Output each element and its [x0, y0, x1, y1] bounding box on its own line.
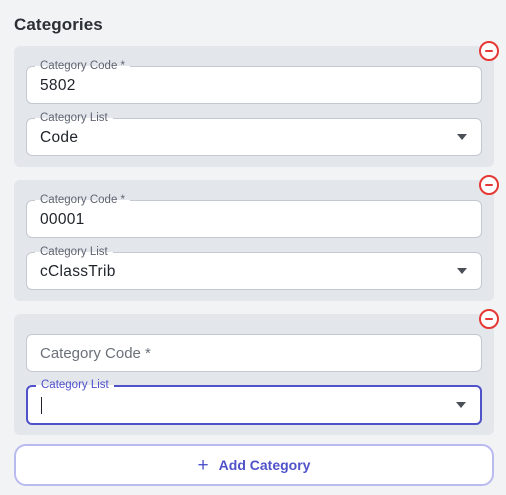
remove-category-1-button[interactable] [479, 41, 499, 61]
category-list-select[interactable]: Category List [26, 378, 482, 425]
chevron-down-icon[interactable] [457, 134, 467, 140]
plus-icon: + [197, 454, 209, 476]
category-code-value: 00001 [40, 211, 85, 228]
category-code-field[interactable]: Category Code * 5802 [26, 59, 482, 104]
category-code-label: Category Code * [35, 59, 131, 73]
remove-circle-icon [485, 184, 493, 186]
chevron-down-icon[interactable] [456, 402, 466, 408]
chevron-down-icon[interactable] [457, 268, 467, 274]
category-list-value: cClassTrib [40, 263, 116, 280]
category-code-field[interactable]: Category Code * 00001 [26, 193, 482, 238]
text-cursor [41, 397, 42, 414]
category-card-2: Category Code * 00001 Category List cCla… [14, 180, 494, 301]
section-title: Categories [14, 15, 103, 34]
category-card-3: Category Code * Category List [14, 314, 494, 435]
remove-category-2-button[interactable] [479, 175, 499, 195]
category-list-label: Category List [35, 111, 113, 125]
category-card-1: Category Code * 5802 Category List Code [14, 46, 494, 167]
categories-panel: Categories Category Code * 5802 Category… [0, 0, 506, 495]
remove-circle-icon [485, 50, 493, 52]
category-list-value: Code [40, 129, 79, 146]
add-category-label: Add Category [218, 457, 311, 473]
category-list-select[interactable]: Category List cClassTrib [26, 245, 482, 290]
remove-circle-icon [485, 318, 493, 320]
category-list-label: Category List [36, 378, 114, 392]
category-code-label: Category Code * [35, 193, 131, 207]
add-category-button[interactable]: + Add Category [14, 444, 494, 486]
category-code-placeholder: Category Code * [40, 345, 151, 362]
category-list-label: Category List [35, 245, 113, 259]
remove-category-3-button[interactable] [479, 309, 499, 329]
category-code-field[interactable]: Category Code * [26, 334, 482, 372]
category-code-value: 5802 [40, 77, 76, 94]
category-list-select[interactable]: Category List Code [26, 111, 482, 156]
